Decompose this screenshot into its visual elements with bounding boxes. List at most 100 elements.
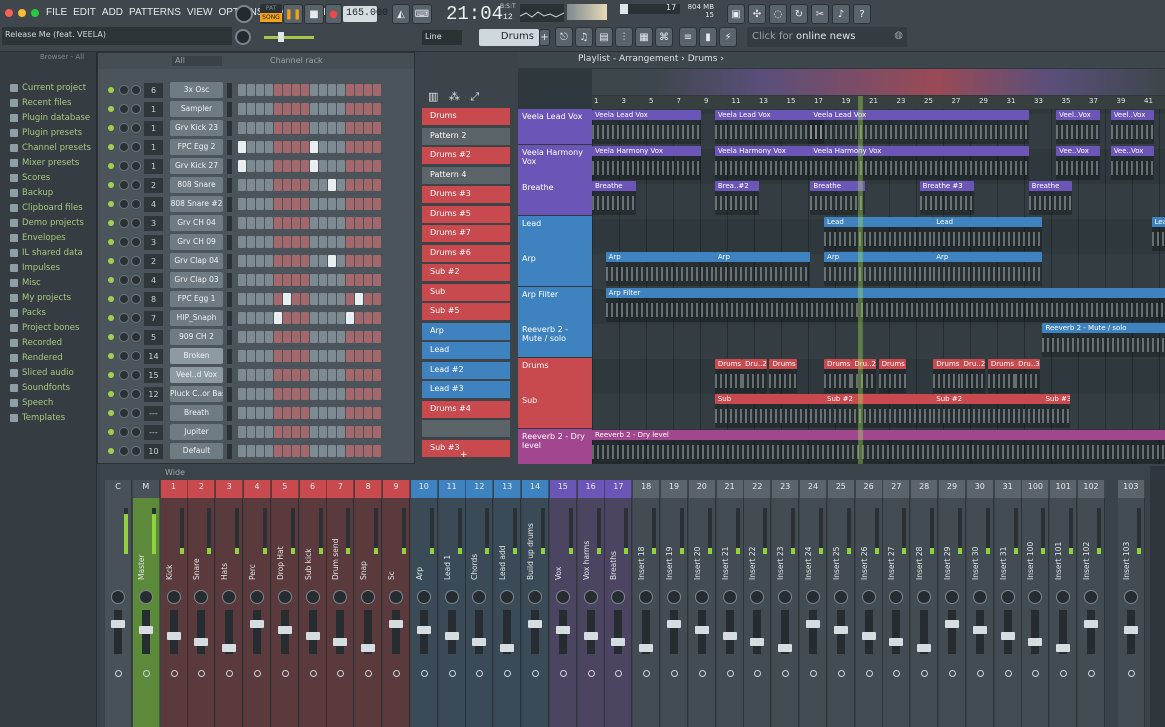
step-button[interactable] — [310, 426, 318, 438]
channel-select[interactable] — [227, 102, 232, 117]
channel-select[interactable] — [227, 273, 232, 288]
pan-knob[interactable] — [722, 590, 737, 604]
playlist-clip[interactable]: Reeverb 2 - Dry level — [592, 429, 1165, 464]
pan-knob[interactable] — [472, 590, 487, 604]
step-button[interactable] — [364, 217, 372, 229]
step-button[interactable] — [319, 84, 327, 96]
step-button[interactable] — [364, 331, 372, 343]
step-button[interactable] — [238, 141, 246, 153]
picker-item[interactable]: Drums #2 — [422, 147, 510, 164]
browser-item[interactable]: IL shared data — [0, 245, 96, 260]
step-button[interactable] — [364, 407, 372, 419]
step-button[interactable] — [373, 236, 381, 248]
step-button[interactable] — [283, 179, 291, 191]
channel-row[interactable]: 3 Grv CH 04 — [98, 214, 414, 233]
plug-icon[interactable]: ⚡ — [719, 27, 737, 47]
step-button[interactable] — [319, 217, 327, 229]
playlist-clip[interactable]: Drums — [933, 358, 961, 393]
route-dot[interactable] — [393, 670, 400, 677]
step-button[interactable] — [283, 236, 291, 248]
route-dot[interactable] — [504, 670, 512, 677]
fader-cap[interactable] — [806, 620, 820, 628]
step-button[interactable] — [283, 103, 291, 115]
step-button[interactable] — [265, 426, 273, 438]
browser-item[interactable]: Impulses — [0, 260, 96, 275]
step-button[interactable] — [283, 198, 291, 210]
step-button[interactable] — [247, 350, 255, 362]
step-sequencer[interactable] — [238, 198, 381, 210]
playlist-clip[interactable]: Dru..3 — [1015, 358, 1040, 393]
step-button[interactable] — [319, 141, 327, 153]
route-dot[interactable] — [1004, 670, 1012, 677]
step-button[interactable] — [256, 84, 264, 96]
channel-mixer-track[interactable]: 4 — [144, 273, 163, 288]
channel-select[interactable] — [227, 178, 232, 193]
step-button[interactable] — [301, 350, 309, 362]
channel-row[interactable]: 1 Sampler — [98, 100, 414, 119]
step-button[interactable] — [355, 331, 363, 343]
step-button[interactable] — [292, 141, 300, 153]
mixer-track[interactable]: 28 Insert 28 — [911, 480, 939, 727]
channel-name-button[interactable]: Default — [170, 443, 223, 459]
picker-item[interactable]: Pattern 2 — [422, 127, 510, 145]
step-button[interactable] — [364, 198, 372, 210]
step-button[interactable] — [337, 350, 345, 362]
fader-cap[interactable] — [889, 638, 904, 646]
step-button[interactable] — [247, 407, 255, 419]
step-button[interactable] — [283, 160, 291, 172]
step-button[interactable] — [328, 407, 336, 419]
fader-cap[interactable] — [667, 620, 681, 628]
step-button[interactable] — [256, 198, 264, 210]
step-button[interactable] — [337, 312, 345, 324]
step-button[interactable] — [337, 236, 345, 248]
browser-item[interactable]: Channel presets — [0, 140, 96, 155]
step-button[interactable] — [337, 388, 345, 400]
channel-mixer-track[interactable]: 3 — [144, 235, 163, 250]
step-button[interactable] — [364, 388, 372, 400]
step-button[interactable] — [238, 293, 246, 305]
bar-number[interactable]: 31 — [1007, 97, 1016, 105]
step-button[interactable] — [355, 274, 363, 286]
step-button[interactable] — [319, 331, 327, 343]
step-button[interactable] — [238, 350, 246, 362]
channel-mixer-track[interactable]: 1 — [144, 121, 163, 136]
step-button[interactable] — [346, 103, 354, 115]
channel-led[interactable] — [108, 448, 114, 454]
step-button[interactable] — [247, 331, 255, 343]
route-dot[interactable] — [671, 670, 678, 677]
playlist-clip[interactable]: Sub #2 — [933, 394, 1043, 428]
channel-name-button[interactable]: Grv CH 09 — [170, 234, 223, 250]
mixer-track[interactable]: 31 Insert 31 — [994, 480, 1022, 727]
channel-volume-knob[interactable] — [131, 408, 141, 418]
step-button[interactable] — [256, 312, 264, 324]
refresh-icon[interactable]: ↻ — [790, 4, 808, 24]
channel-row[interactable]: 1 Grv Kick 23 — [98, 119, 414, 138]
channel-mixer-track[interactable]: 1 — [144, 102, 163, 117]
step-button[interactable] — [283, 331, 291, 343]
step-button[interactable] — [319, 407, 327, 419]
step-button[interactable] — [373, 122, 381, 134]
pan-knob[interactable] — [389, 590, 403, 604]
pattern-selector[interactable]: Drums — [479, 29, 539, 46]
channel-select[interactable] — [227, 311, 232, 326]
step-button[interactable] — [238, 217, 246, 229]
channel-row[interactable]: 3 Grv CH 09 — [98, 233, 414, 252]
step-button[interactable] — [310, 312, 318, 324]
channel-volume-knob[interactable] — [131, 389, 141, 399]
browser-item[interactable]: Templates — [0, 410, 96, 425]
mixer-track[interactable]: 10 Arp — [410, 480, 438, 727]
playlist-clip[interactable]: Drums — [769, 358, 797, 393]
pan-knob[interactable] — [945, 590, 959, 604]
mixer-track[interactable]: 5 Drop Hat — [271, 480, 299, 727]
bar-number[interactable]: 35 — [1062, 97, 1071, 105]
channel-select[interactable] — [227, 349, 232, 364]
playlist-clip[interactable]: Reeverb 2 - Mute / solo — [1042, 323, 1165, 357]
mixer-track[interactable]: 23 Insert 23 — [772, 480, 800, 727]
step-button[interactable] — [346, 388, 354, 400]
stop-button[interactable]: ■ — [304, 4, 324, 24]
metronome-button[interactable]: ◭ — [392, 4, 410, 24]
channel-mixer-track[interactable]: 6 — [144, 83, 163, 98]
channel-mixer-track[interactable]: 14 — [144, 349, 163, 364]
mixer-track[interactable]: 11 Lead 1 — [438, 480, 466, 727]
mixer-track[interactable]: 14 Build up drums — [522, 480, 549, 727]
